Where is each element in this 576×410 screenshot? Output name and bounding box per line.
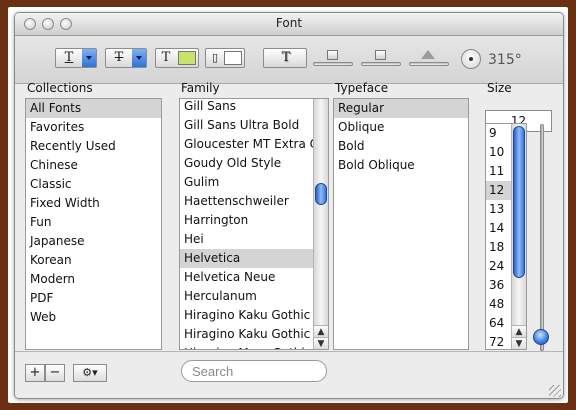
text-color-button[interactable]: T [155, 48, 199, 68]
title-bar[interactable]: Font [15, 13, 563, 36]
chevron-down-icon [132, 49, 146, 67]
slider-knob[interactable] [421, 50, 435, 59]
family-item[interactable]: Gill Sans Ultra Bold [180, 116, 328, 135]
slider-knob[interactable] [327, 50, 338, 60]
text-color-icon: T [161, 50, 171, 65]
typeface-item[interactable]: Bold [334, 137, 468, 156]
collection-item[interactable]: Fun [26, 213, 161, 232]
collection-item[interactable]: Chinese [26, 156, 161, 175]
slider-knob[interactable] [375, 50, 386, 60]
font-panel-window: Font T T T ▯ T 315° Collections Family T… [14, 12, 564, 399]
strikethrough-icon: T [114, 50, 124, 65]
family-item[interactable]: Gloucester MT Extra Co [180, 135, 328, 154]
scroll-thumb[interactable] [315, 183, 327, 205]
chevron-down-icon [82, 49, 96, 67]
family-item[interactable]: Harrington [180, 211, 328, 230]
document-icon: ▯ [211, 51, 219, 64]
family-list[interactable]: Gill Sans Gill Sans Ultra Bold Gloucester … [179, 98, 329, 350]
collection-item[interactable]: Web [26, 308, 161, 327]
slider-knob[interactable] [533, 329, 549, 345]
collection-item[interactable]: Fixed Width [26, 194, 161, 213]
slider-track [313, 62, 353, 66]
resize-grip-icon[interactable] [549, 385, 561, 397]
collection-item[interactable]: All Fonts [26, 99, 161, 118]
strikethrough-popup-button[interactable]: T [105, 48, 147, 68]
shadow-button[interactable]: T [263, 48, 307, 68]
slider-track [540, 124, 544, 351]
collection-item[interactable]: Korean [26, 251, 161, 270]
slider-track [361, 62, 401, 66]
size-slider[interactable] [533, 124, 549, 351]
collection-item[interactable]: PDF [26, 289, 161, 308]
typeface-item[interactable]: Regular [334, 99, 468, 118]
typeface-list[interactable]: Regular Oblique Bold Bold Oblique [333, 98, 469, 350]
family-item[interactable]: Hei [180, 230, 328, 249]
action-menu-button[interactable]: ⚙▾ [73, 364, 107, 382]
add-collection-button[interactable]: + [25, 364, 45, 382]
scroll-down-arrow[interactable]: ▼ [512, 337, 526, 349]
scroll-thumb[interactable] [513, 126, 525, 278]
document-color-swatch [224, 51, 242, 65]
shadow-angle-dial[interactable] [461, 49, 481, 69]
shadow-angle-value: 315° [488, 52, 522, 68]
slider-track [409, 62, 449, 66]
search-input[interactable] [192, 362, 318, 380]
collection-item[interactable]: Classic [26, 175, 161, 194]
collections-header: Collections [27, 81, 93, 95]
typeface-item[interactable]: Oblique [334, 118, 468, 137]
bottom-bar: + − ⚙▾ [15, 351, 563, 398]
collection-item[interactable]: Japanese [26, 232, 161, 251]
family-item[interactable]: Gulim [180, 173, 328, 192]
shadow-offset-slider[interactable] [409, 50, 449, 70]
family-item[interactable]: Helvetica [180, 249, 328, 268]
search-field[interactable] [181, 360, 327, 382]
typeface-item[interactable]: Bold Oblique [334, 156, 468, 175]
typeface-header: Typeface [335, 81, 389, 95]
family-item[interactable]: Hiragino Maru Gothic P [180, 344, 328, 349]
size-list[interactable]: 9 10 11 12 13 14 18 24 36 48 64 72 ▲ ▼ [485, 123, 527, 350]
remove-collection-button[interactable]: − [45, 364, 65, 382]
family-item[interactable]: Herculanum [180, 287, 328, 306]
family-item[interactable]: Goudy Old Style [180, 154, 328, 173]
family-scrollbar[interactable]: ▲ ▼ [313, 99, 328, 349]
collection-item[interactable]: Modern [26, 270, 161, 289]
collections-list[interactable]: All Fonts Favorites Recently Used Chinese Cl… [25, 98, 162, 350]
window-title: Font [275, 16, 303, 30]
family-item[interactable]: Gill Sans [180, 99, 328, 116]
family-item[interactable]: Hiragino Kaku Gothic P [180, 306, 328, 325]
family-item[interactable]: Hiragino Kaku Gothic S [180, 325, 328, 344]
toolbar: T T T ▯ T 315° [15, 36, 563, 84]
family-item[interactable]: Helvetica Neue [180, 268, 328, 287]
scroll-down-arrow[interactable]: ▼ [314, 337, 328, 349]
size-scrollbar[interactable]: ▲ ▼ [511, 124, 526, 349]
size-header: Size [487, 81, 512, 95]
collection-item[interactable]: Favorites [26, 118, 161, 137]
collection-item[interactable]: Recently Used [26, 137, 161, 156]
family-header: Family [181, 81, 220, 95]
shadow-opacity-slider[interactable] [313, 50, 353, 70]
document-color-button[interactable]: ▯ [205, 48, 245, 68]
underline-icon: T [64, 50, 74, 65]
family-item[interactable]: Haettenschweiler [180, 192, 328, 211]
underline-popup-button[interactable]: T [55, 48, 97, 68]
text-shadow-icon: T [281, 50, 291, 65]
shadow-blur-slider[interactable] [361, 50, 401, 70]
text-color-swatch [178, 51, 196, 65]
